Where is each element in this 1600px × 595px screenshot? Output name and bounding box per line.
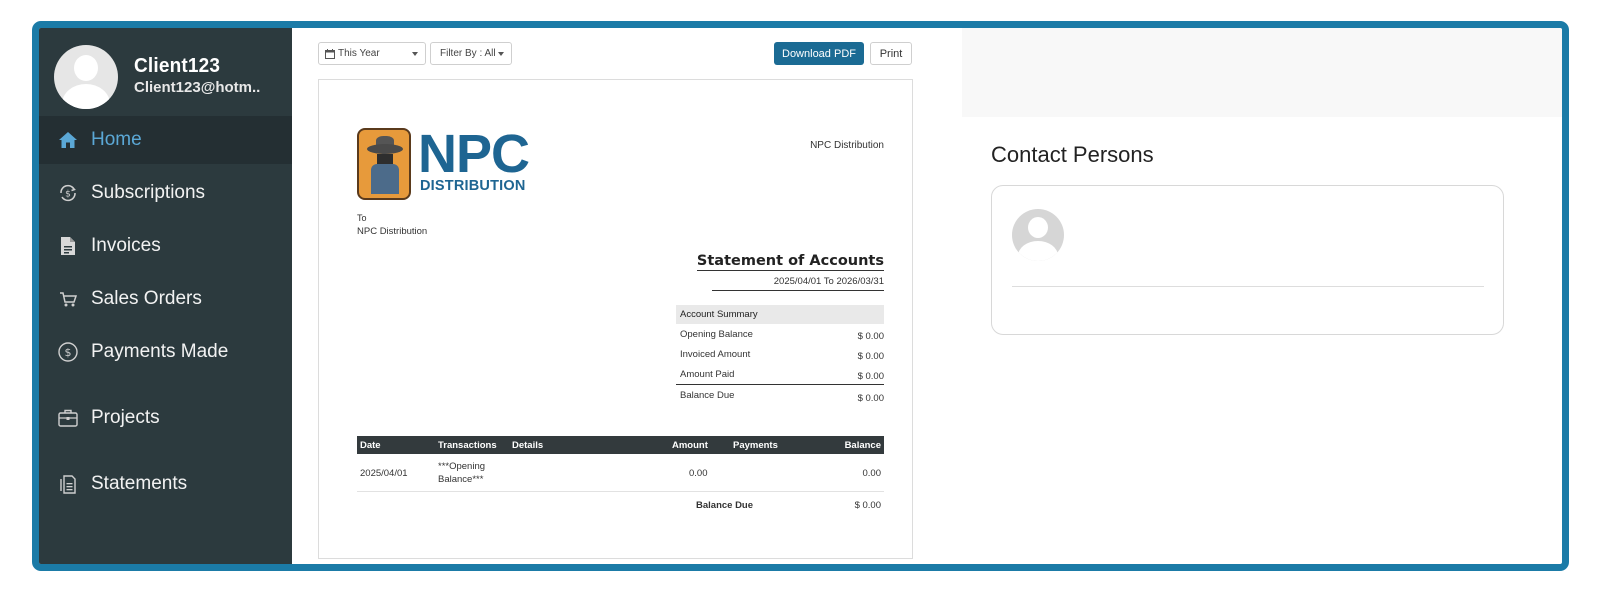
divider xyxy=(1012,286,1484,287)
statements-icon xyxy=(57,473,79,495)
period-select-value: This Year xyxy=(338,48,380,59)
summary-row: Amount Paid $ 0.00 xyxy=(680,369,884,382)
npc-logo-mascot-icon xyxy=(357,128,411,200)
filter-select[interactable]: Filter By : All xyxy=(430,42,512,65)
table-row: 2025/04/01 ***Opening Balance*** 0.00 0.… xyxy=(357,454,884,492)
sidebar-item-label: Projects xyxy=(91,407,160,428)
dollar-circle-icon: $ xyxy=(57,341,79,363)
sidebar-item-label: Statements xyxy=(91,473,188,494)
statement-title: Statement of Accounts xyxy=(696,253,884,271)
statement-document: NPC DISTRIBUTION NPC Distribution To NPC… xyxy=(318,79,913,559)
summary-row: Invoiced Amount $ 0.00 xyxy=(680,349,884,362)
logo-subtitle: DISTRIBUTION xyxy=(420,178,526,194)
table-total-row: Balance Due $ 0.00 xyxy=(696,500,881,511)
contact-card[interactable] xyxy=(991,185,1504,335)
sidebar-item-sales-orders[interactable]: Sales Orders xyxy=(39,275,292,323)
sidebar-item-projects[interactable]: Projects xyxy=(39,394,292,442)
sidebar-item-home[interactable]: Home xyxy=(39,116,292,164)
transactions-table: Date Transactions Details Amount Payment… xyxy=(357,436,884,518)
table-header: Date Transactions Details Amount Payment… xyxy=(357,436,884,454)
contact-persons-title: Contact Persons xyxy=(991,142,1154,167)
svg-text:$: $ xyxy=(65,190,71,200)
avatar xyxy=(54,45,118,109)
sidebar-item-subscriptions[interactable]: $ Subscriptions xyxy=(39,169,292,217)
profile-header[interactable]: Client123 Client123@hotm.. xyxy=(39,28,292,118)
chevron-down-icon xyxy=(412,52,418,56)
briefcase-icon xyxy=(57,407,79,429)
sidebar-item-label: Sales Orders xyxy=(91,288,202,309)
period-select[interactable]: This Year xyxy=(318,42,426,65)
avatar-head-icon xyxy=(1028,217,1048,238)
logo-wordmark: NPC xyxy=(418,124,530,184)
statement-date-range: 2025/04/01 To 2026/03/31 xyxy=(711,276,884,291)
avatar-body-icon xyxy=(1018,241,1058,261)
sidebar-item-label: Home xyxy=(91,129,142,150)
to-label: To xyxy=(357,213,367,223)
sidebar: Client123 Client123@hotm.. Home $ Subscr… xyxy=(39,28,292,564)
filter-select-value: Filter By : All xyxy=(440,48,496,59)
account-summary-header: Account Summary xyxy=(676,305,884,324)
print-button[interactable]: Print xyxy=(870,42,912,65)
home-icon xyxy=(57,129,79,151)
invoice-icon xyxy=(57,235,79,257)
subscriptions-icon: $ xyxy=(57,182,79,204)
sidebar-item-payments-made[interactable]: $ Payments Made xyxy=(39,328,292,376)
chevron-down-icon xyxy=(498,52,504,56)
sidebar-item-label: Payments Made xyxy=(91,341,229,362)
summary-total-row: Balance Due $ 0.00 xyxy=(676,384,884,406)
profile-name: Client123 xyxy=(134,55,221,77)
avatar-body-icon xyxy=(62,84,110,109)
download-pdf-button[interactable]: Download PDF xyxy=(774,42,864,65)
account-summary: Account Summary Opening Balance $ 0.00 I… xyxy=(676,305,884,406)
statement-panel: This Year Filter By : All Download PDF P… xyxy=(292,28,962,564)
sidebar-item-label: Subscriptions xyxy=(91,182,206,203)
profile-email: Client123@hotm.. xyxy=(134,79,261,96)
cart-icon xyxy=(57,288,79,310)
sidebar-item-invoices[interactable]: Invoices xyxy=(39,222,292,270)
sidebar-item-statements[interactable]: Statements xyxy=(39,460,292,508)
org-name: NPC Distribution xyxy=(810,140,884,151)
to-name: NPC Distribution xyxy=(357,226,428,237)
summary-row: Opening Balance $ 0.00 xyxy=(680,329,884,342)
calendar-icon xyxy=(325,48,335,59)
app-frame: Client123 Client123@hotm.. Home $ Subscr… xyxy=(32,21,1569,571)
avatar xyxy=(1012,209,1064,261)
sidebar-item-label: Invoices xyxy=(91,235,161,256)
svg-text:$: $ xyxy=(65,346,72,359)
right-header-band xyxy=(962,28,1562,117)
avatar-head-icon xyxy=(74,55,98,81)
